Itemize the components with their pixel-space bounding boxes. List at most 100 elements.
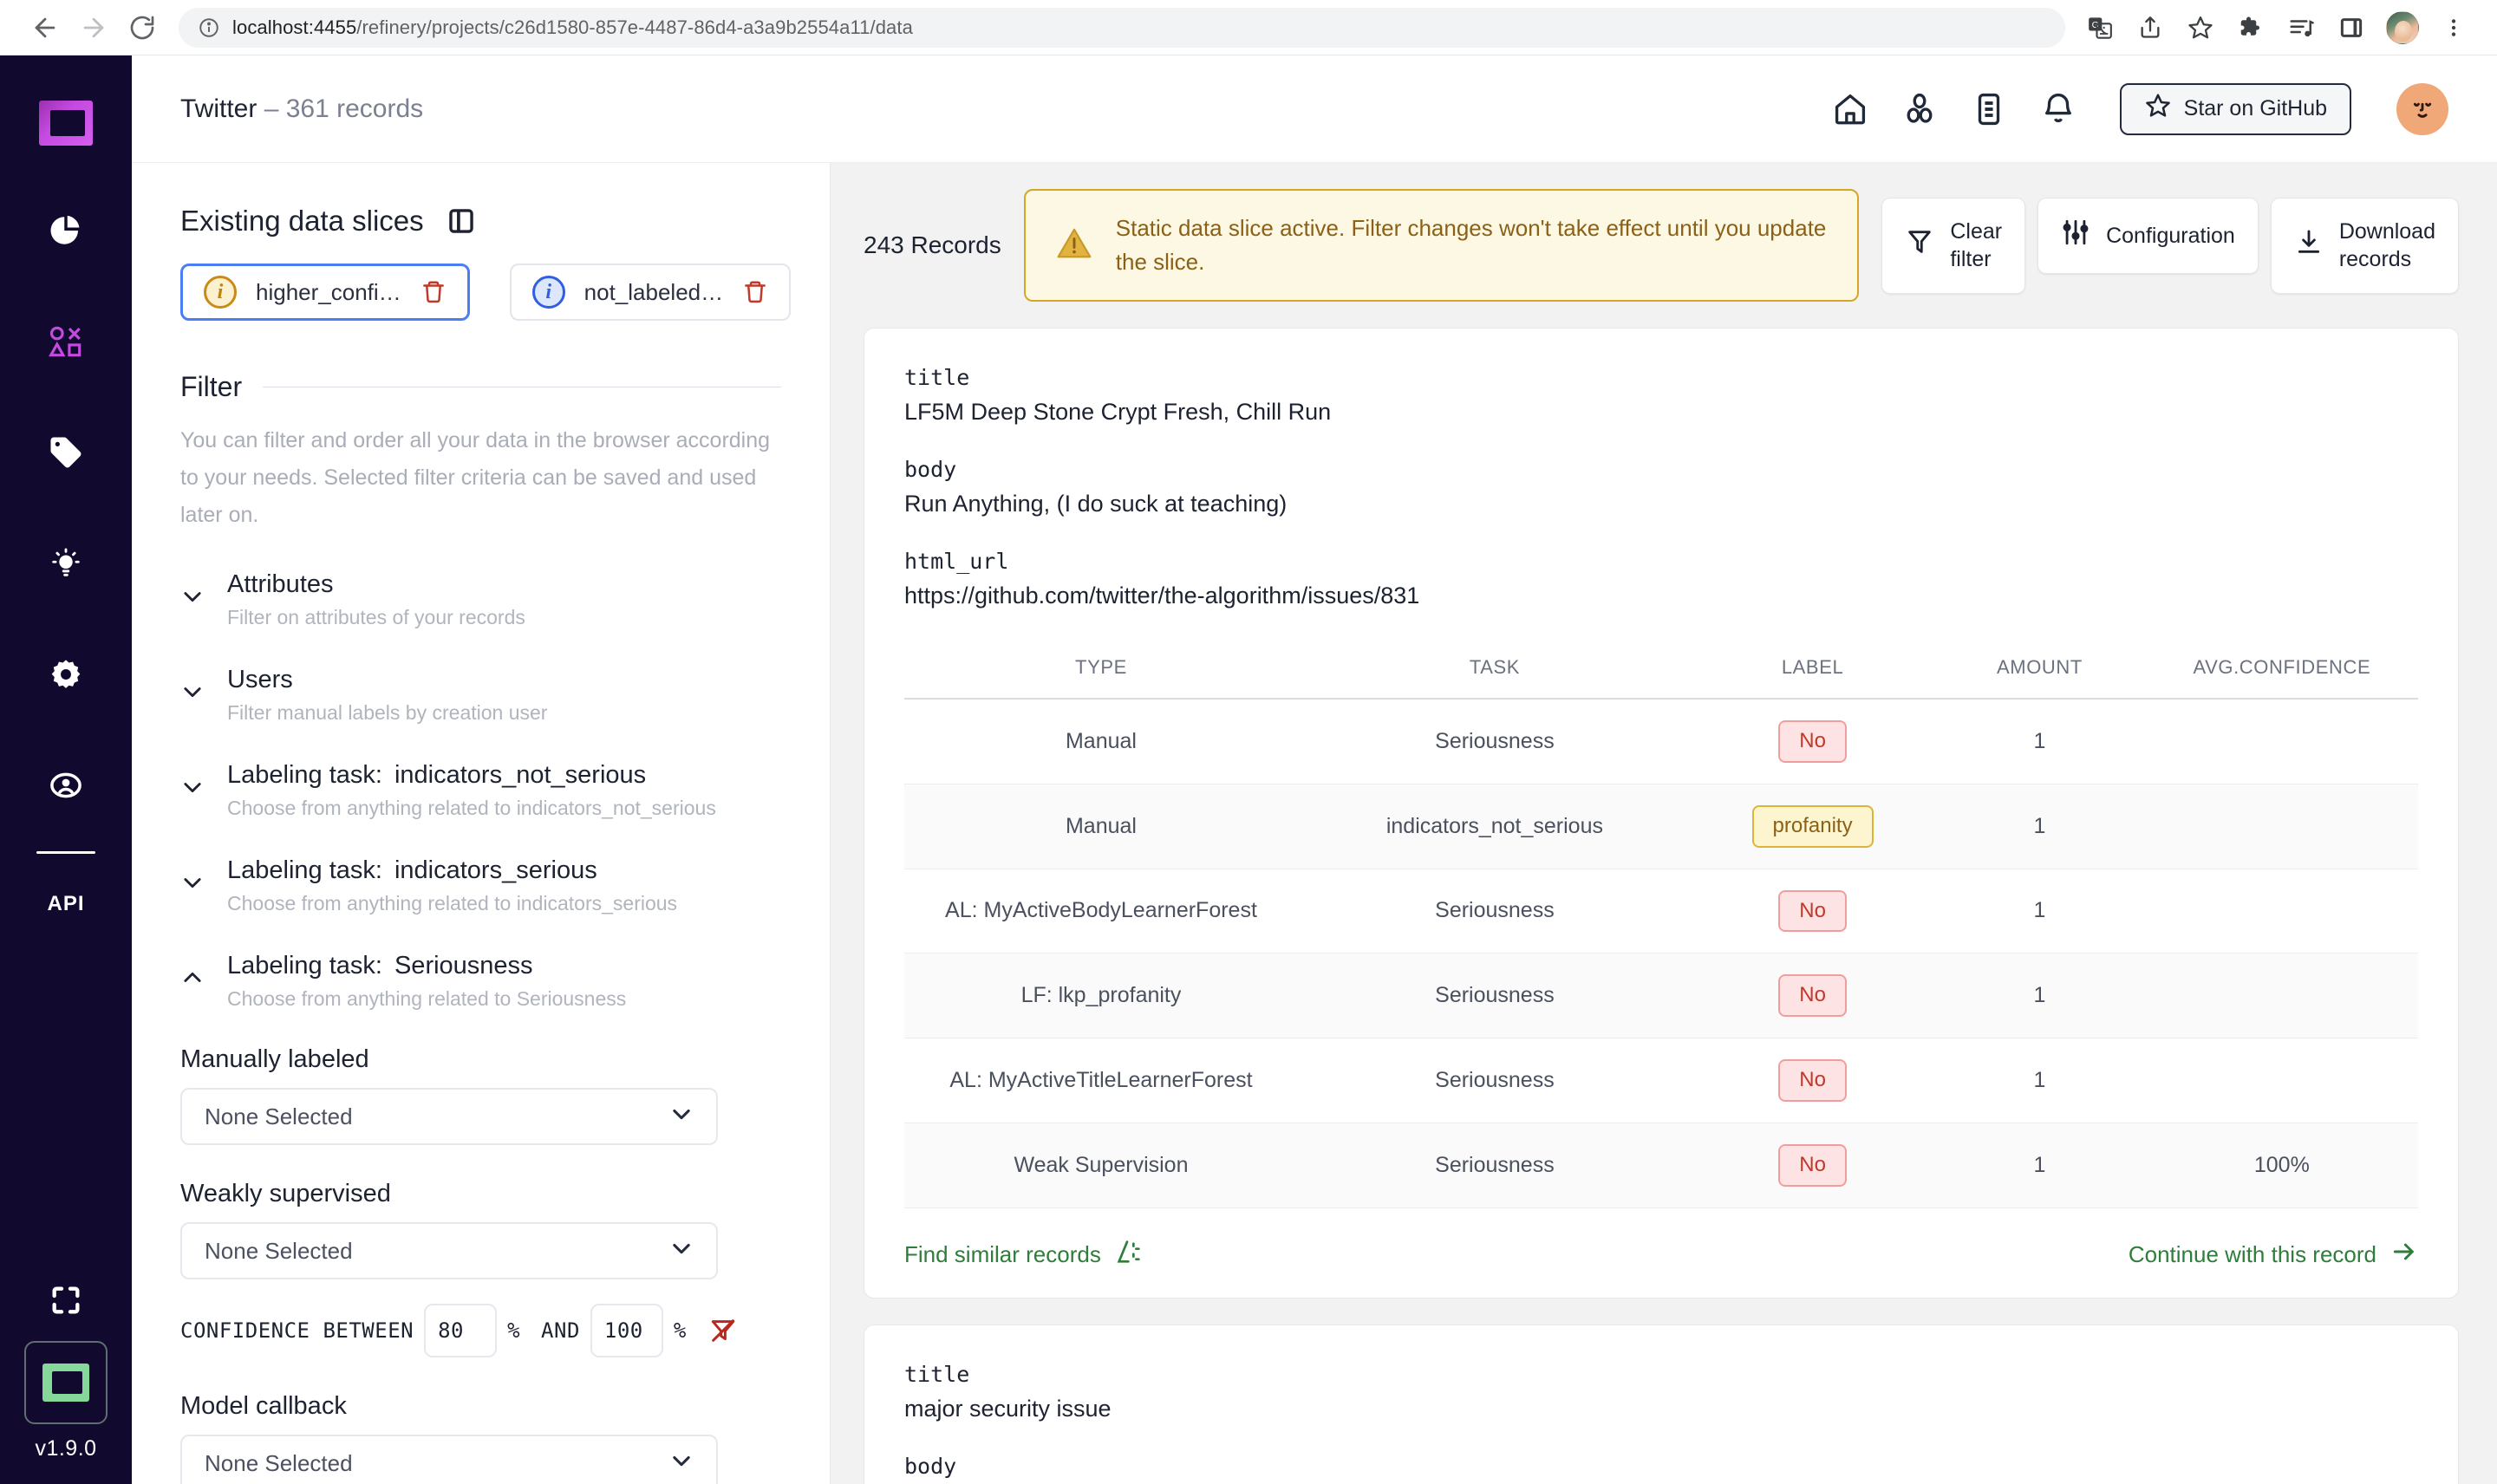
cell-label: No	[1691, 699, 1934, 784]
share-icon[interactable]	[2128, 5, 2173, 50]
table-row: Manual indicators_not_serious profanity …	[904, 784, 2418, 869]
accordion-title: Users	[227, 666, 547, 694]
confidence-max-input[interactable]: 100	[590, 1304, 663, 1357]
chevron-down-icon	[669, 1102, 694, 1132]
attribute-key: title	[904, 365, 970, 390]
refinery-logo[interactable]	[39, 101, 93, 146]
table-header-row: TYPE TASK LABEL AMOUNT AVG.CONFIDENCE	[904, 641, 2418, 700]
translate-icon[interactable]: G	[2077, 5, 2122, 50]
extensions-puzzle-icon[interactable]	[2228, 5, 2273, 50]
chevron-down-icon	[180, 584, 205, 613]
trash-icon[interactable]	[421, 279, 447, 305]
attribute-key: html_url	[904, 549, 1009, 574]
reload-icon[interactable]	[118, 3, 166, 52]
workspace-chip[interactable]	[24, 1341, 108, 1424]
record-card[interactable]: title major security issue body	[864, 1324, 2459, 1484]
accordion-users[interactable]: Users Filter manual labels by creation u…	[180, 666, 781, 725]
forward-arrow-icon[interactable]	[69, 3, 118, 52]
record-attribute: title major security issue	[904, 1362, 2418, 1422]
accordion-title: Labeling task: Seriousness	[227, 952, 626, 980]
accordion-task-name: indicators_not_serious	[394, 761, 647, 789]
home-icon[interactable]	[1832, 91, 1868, 127]
trash-icon[interactable]	[742, 279, 768, 305]
sidebar-item-account[interactable]	[0, 732, 132, 843]
manually-labeled-select[interactable]: None Selected	[180, 1088, 718, 1145]
continue-with-record-link[interactable]: Continue with this record	[2129, 1238, 2418, 1272]
three-dot-menu-icon[interactable]	[2431, 5, 2476, 50]
accordion-subtitle: Filter on attributes of your records	[227, 606, 525, 628]
record-attribute: title LF5M Deep Stone Crypt Fresh, Chill…	[904, 365, 2418, 426]
page-title: Twitter – 361 records	[180, 94, 423, 124]
accordion-labeling-task-indicators-serious[interactable]: Labeling task: indicators_serious Choose …	[180, 856, 781, 915]
labels-table: TYPE TASK LABEL AMOUNT AVG.CONFIDENCE Ma…	[904, 641, 2418, 1208]
profile-avatar-icon[interactable]	[2386, 10, 2419, 44]
similarity-search-icon	[1115, 1238, 1143, 1272]
nav-rail: API v1.9.0	[0, 55, 132, 1484]
continue-label: Continue with this record	[2128, 1240, 2376, 1267]
sidebar-item-settings[interactable]	[0, 621, 132, 732]
model-callbacks-icon[interactable]	[1901, 91, 1938, 127]
sidebar-item-data-scooper[interactable]	[0, 288, 132, 399]
column-header-type: TYPE	[904, 641, 1298, 700]
sidebar-item-api[interactable]: API	[47, 892, 84, 916]
column-header-task: TASK	[1297, 641, 1692, 700]
accordion-subtitle: Choose from anything related to Seriousn…	[227, 987, 627, 1010]
weakly-supervised-select[interactable]: None Selected	[180, 1222, 718, 1279]
attribute-value: major security issue	[904, 1395, 1112, 1422]
clear-filter-button[interactable]: Clear filter	[1881, 197, 2026, 294]
address-bar[interactable]: localhost:4455/refinery/projects/c26d158…	[179, 7, 2065, 48]
sidebar-toggle-icon[interactable]	[447, 206, 476, 236]
attribute-value: Run Anything, (I do suck at teaching)	[904, 491, 1288, 517]
no-filter-icon[interactable]	[709, 1317, 737, 1344]
model-callback-select[interactable]: None Selected	[180, 1435, 718, 1484]
download-records-button[interactable]: Download records	[2270, 197, 2459, 294]
alert-text: Static data slice active. Filter changes…	[1115, 215, 1827, 275]
project-name: Twitter	[180, 94, 258, 123]
find-similar-records-link[interactable]: Find similar records	[904, 1238, 1143, 1272]
configuration-button[interactable]: Configuration	[2037, 197, 2259, 274]
sidebar-item-overview[interactable]	[0, 177, 132, 288]
notifications-bell-icon[interactable]	[2040, 91, 2076, 127]
records-area: 243 Records Static data slice active. Fi…	[831, 163, 2497, 1484]
data-slice-label: not_labeled…	[584, 278, 724, 305]
media-playlist-icon[interactable]	[2279, 5, 2324, 50]
download-line2: records	[2338, 247, 2412, 271]
model-callback-value: None Selected	[205, 1449, 353, 1476]
star-on-github-button[interactable]: Star on GitHub	[2119, 82, 2351, 135]
status-badge: No	[1778, 1143, 1847, 1187]
cell-task: Seriousness	[1297, 869, 1692, 954]
cell-label: No	[1691, 1038, 1934, 1123]
cell-label: No	[1691, 869, 1934, 954]
table-row: Weak Supervision Seriousness No 1 100%	[904, 1123, 2418, 1208]
column-header-amount: AMOUNT	[1933, 641, 2146, 700]
chevron-down-icon	[180, 680, 205, 708]
status-badge: No	[1778, 720, 1847, 763]
cell-type: Weak Supervision	[904, 1123, 1298, 1208]
data-slice-chip[interactable]: i higher_confi…	[180, 264, 470, 321]
confidence-min-input[interactable]: 80	[424, 1304, 498, 1357]
percent-sign: %	[507, 1318, 521, 1343]
clear-filter-line1: Clear	[1950, 218, 2003, 244]
table-row: Manual Seriousness No 1	[904, 699, 2418, 784]
accordion-task-name: Seriousness	[394, 952, 533, 980]
cell-type: AL: MyActiveTitleLearnerForest	[904, 1038, 1298, 1123]
sidebar-item-heuristics[interactable]	[0, 510, 132, 621]
avatar[interactable]	[2396, 82, 2448, 135]
table-row: AL: MyActiveBodyLearnerForest Seriousnes…	[904, 869, 2418, 954]
bookmark-star-icon[interactable]	[2178, 5, 2223, 50]
back-arrow-icon[interactable]	[21, 3, 69, 52]
sidebar-item-labeling[interactable]	[0, 399, 132, 510]
side-panel-icon[interactable]	[2329, 5, 2374, 50]
accordion-attributes[interactable]: Attributes Filter on attributes of your …	[180, 570, 781, 629]
notes-icon[interactable]	[1971, 91, 2007, 127]
expand-fullscreen-icon[interactable]	[49, 1283, 83, 1322]
attribute-value: LF5M Deep Stone Crypt Fresh, Chill Run	[904, 399, 1332, 425]
cell-amount: 1	[1933, 953, 2146, 1039]
accordion-labeling-task-indicators-not-serious[interactable]: Labeling task: indicators_not_serious Cho…	[180, 761, 781, 820]
cell-task: Seriousness	[1297, 953, 1692, 1039]
data-slice-label: higher_confi…	[256, 278, 401, 305]
record-card[interactable]: title LF5M Deep Stone Crypt Fresh, Chill…	[864, 328, 2459, 1298]
accordion-labeling-task-seriousness[interactable]: Labeling task: Seriousness Choose from an…	[180, 952, 781, 1011]
site-info-icon[interactable]	[198, 16, 220, 39]
data-slice-chip[interactable]: i not_labeled…	[509, 264, 792, 321]
